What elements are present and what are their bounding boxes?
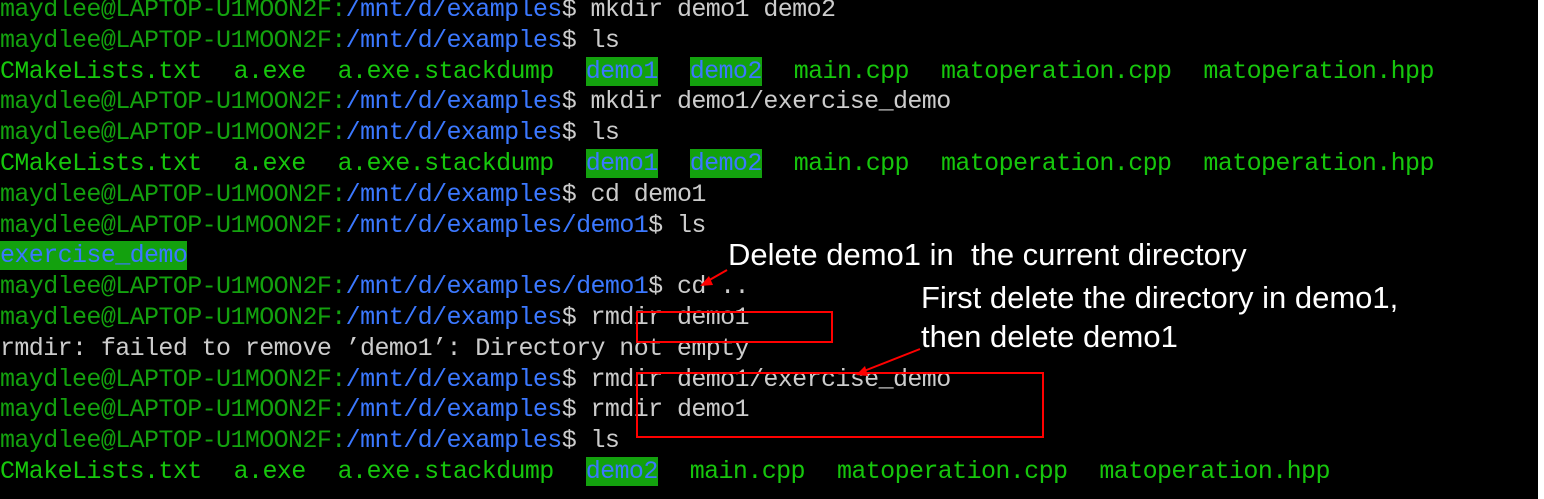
annotation-note-2-line-1: First delete the directory in demo1, xyxy=(921,280,1399,315)
arrow-head-2 xyxy=(856,366,868,376)
terminal-window[interactable]: maydlee@LAPTOP-U1MOON2F:/mnt/d/examples$… xyxy=(0,0,1538,499)
annotation-note-2-line-2: then delete demo1 xyxy=(921,319,1178,354)
arrow-line-2 xyxy=(863,348,921,372)
annotation-note-1: Delete demo1 in the current directory xyxy=(728,237,1247,272)
arrow-head-1 xyxy=(700,276,713,286)
